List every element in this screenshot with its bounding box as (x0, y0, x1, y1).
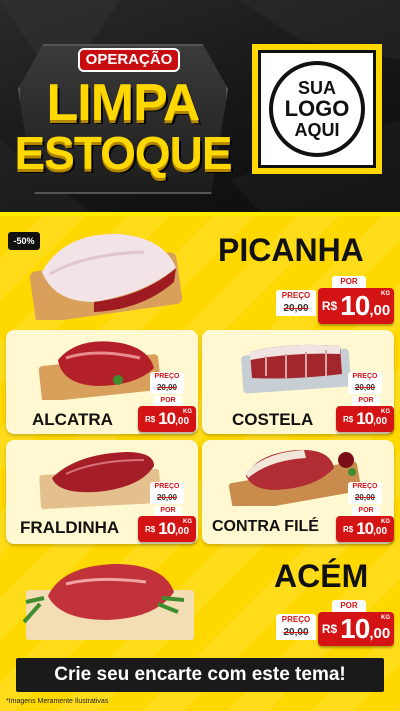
currency: R$ (321, 299, 338, 313)
unit-kg: KG (381, 519, 390, 525)
new-price-int: 10 (340, 613, 370, 644)
por-label: POR (332, 600, 366, 612)
new-price-int: 10 (340, 290, 370, 321)
old-price: 20,00 (276, 302, 316, 316)
por-label: POR (154, 396, 182, 406)
product-name-costela: COSTELA (232, 410, 314, 429)
new-price-int: 10 (158, 519, 176, 538)
preco-label: PREÇO (348, 372, 382, 382)
preco-label: PREÇO (150, 372, 184, 382)
preco-label: PREÇO (276, 290, 316, 302)
old-price: 20,00 (150, 492, 184, 504)
new-price-box: R$ 10 ,00 KG (336, 516, 394, 542)
unit-kg: KG (381, 409, 390, 415)
new-price-dec: ,00 (175, 525, 190, 537)
operation-badge: OPERAÇÃO LIMPA ESTOQUE (8, 30, 243, 205)
old-price: 20,00 (348, 382, 382, 394)
new-price-box: R$ 10 ,00 KG (318, 612, 394, 646)
new-price-int: 10 (158, 409, 176, 428)
acem-image (22, 564, 194, 640)
product-name-fraldinha: FRALDINHA (20, 518, 120, 537)
new-price-box: R$ 10 ,00 KG (336, 406, 394, 432)
product-name-acem: ACÉM (274, 558, 369, 594)
logo-text-sua: SUA (297, 77, 336, 98)
new-price-int: 10 (356, 409, 374, 428)
new-price-dec: ,00 (175, 415, 190, 427)
preco-label: PREÇO (276, 614, 316, 626)
product-name-contra-file: CONTRA FILÉ (212, 518, 319, 535)
price-tag-costela: PREÇO 20,00 POR R$ 10 ,00 KG (336, 372, 394, 432)
por-label: POR (352, 396, 380, 406)
price-tag-fraldinha: PREÇO 20,00 POR R$ 10 ,00 KG (138, 482, 196, 542)
unit-kg: KG (183, 409, 192, 415)
new-price-box: R$ 10 ,00 KG (138, 406, 196, 432)
logo-frame: SUA LOGO AQUI (258, 50, 376, 168)
header: OPERAÇÃO LIMPA ESTOQUE SUA LOGO AQUI (0, 0, 400, 212)
product-name-alcatra: ALCATRA (32, 410, 113, 429)
new-price-dec: ,00 (373, 525, 388, 537)
unit-kg: KG (183, 519, 192, 525)
logo-text-logo: LOGO (284, 96, 350, 122)
currency: R$ (342, 414, 354, 424)
title-estoque: ESTOQUE (14, 127, 232, 179)
title-limpa: LIMPA (46, 74, 201, 132)
old-price: 20,00 (150, 382, 184, 394)
price-tag-acem: PREÇO 20,00 POR R$ 10 ,00 KG (276, 598, 394, 646)
picanha-image (29, 233, 183, 320)
logo-placeholder: SUA LOGO AQUI (252, 44, 382, 174)
por-label: POR (332, 276, 366, 288)
price-tag-contra-file: PREÇO 20,00 POR R$ 10 ,00 KG (336, 482, 394, 542)
new-price-dec: ,00 (369, 624, 391, 642)
new-price-box: R$ 10 ,00 KG (318, 288, 394, 324)
new-price-box: R$ 10 ,00 KG (138, 516, 196, 542)
old-price: 20,00 (276, 626, 316, 640)
currency: R$ (321, 622, 338, 636)
old-price: 20,00 (348, 492, 382, 504)
logo-circle: SUA LOGO AQUI (269, 61, 365, 157)
new-price-int: 10 (356, 519, 374, 538)
discount-badge: -50% (8, 232, 40, 250)
new-price-dec: ,00 (369, 301, 391, 319)
preco-label: PREÇO (150, 482, 184, 492)
new-price-dec: ,00 (373, 415, 388, 427)
currency: R$ (144, 524, 156, 534)
price-tag-picanha: PREÇO 20,00 POR R$ 10 ,00 KG (276, 276, 394, 324)
unit-kg: KG (381, 615, 390, 621)
currency: R$ (144, 414, 156, 424)
cta-banner[interactable]: Crie seu encarte com este tema! (16, 658, 384, 692)
logo-text-aqui: AQUI (294, 119, 340, 140)
product-name-picanha: PICANHA (218, 232, 364, 268)
price-tag-alcatra: PREÇO 20,00 POR R$ 10 ,00 KG (138, 372, 196, 432)
preco-label: PREÇO (348, 482, 382, 492)
por-label: POR (154, 506, 182, 516)
operation-label: OPERAÇÃO (78, 48, 180, 72)
currency: R$ (342, 524, 354, 534)
disclaimer: *Imagens Meramente Ilustrativas (6, 698, 109, 705)
por-label: POR (352, 506, 380, 516)
unit-kg: KG (381, 291, 390, 297)
